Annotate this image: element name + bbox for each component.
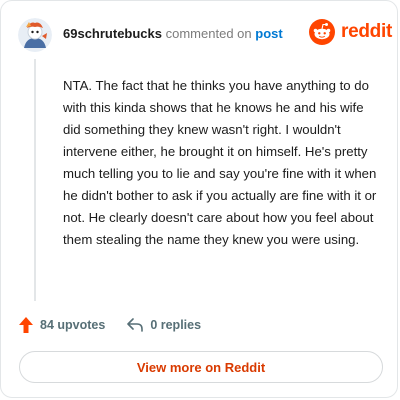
username-link[interactable]: 69schrutebucks (63, 26, 162, 41)
upvote-arrow-icon (19, 317, 33, 333)
comment-header: 69schrutebucks commented on post (63, 26, 283, 42)
reddit-logo[interactable]: reddit (309, 19, 392, 45)
comment-actions: 84 upvotes 0 replies (19, 317, 201, 333)
reddit-wordmark: reddit (341, 21, 392, 42)
upvote-count: 84 upvotes (40, 318, 106, 332)
post-link[interactable]: post (255, 26, 282, 41)
thread-line (34, 59, 36, 301)
upvote-button[interactable]: 84 upvotes (19, 317, 105, 333)
reply-arrow-icon (127, 318, 144, 332)
reddit-snoo-icon (309, 19, 335, 45)
reply-count: 0 replies (150, 318, 202, 332)
comment-body: NTA. The fact that he thinks you have an… (63, 78, 377, 247)
replies-button[interactable]: 0 replies (127, 318, 201, 332)
comment-embed-card: 69schrutebucks commented on post reddit … (0, 0, 398, 398)
user-avatar[interactable] (18, 18, 52, 52)
commented-on-text: commented on (165, 26, 252, 41)
view-more-on-reddit-button[interactable]: View more on Reddit (19, 351, 383, 383)
